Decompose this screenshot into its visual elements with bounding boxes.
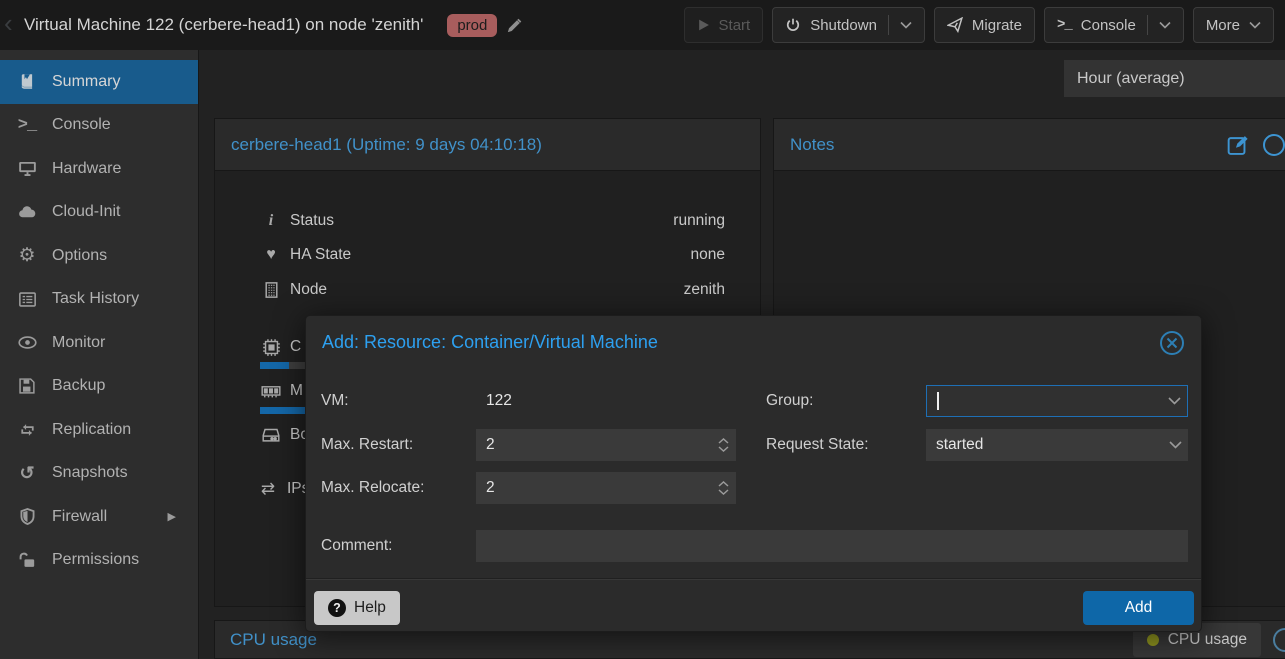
start-button[interactable]: Start	[684, 7, 764, 43]
paper-plane-icon	[947, 17, 963, 33]
console-dropdown-chevron-icon[interactable]	[1159, 21, 1171, 29]
legend-label: CPU usage	[1168, 631, 1247, 649]
vm-tag-badge[interactable]: prod	[447, 14, 497, 37]
sidebar: Summary >_ Console Hardware Cloud-Init ⚙…	[0, 50, 198, 659]
chevron-down-icon[interactable]	[1162, 429, 1188, 461]
unlock-icon	[14, 552, 40, 568]
sidebar-item-summary[interactable]: Summary	[0, 60, 198, 104]
question-circle-icon: ?	[328, 599, 346, 617]
legend-dot-icon	[1147, 634, 1159, 646]
history-icon: ↺	[14, 463, 40, 484]
ha-state-row-label: HA State	[290, 246, 351, 264]
sidebar-item-firewall[interactable]: Firewall ▶	[0, 495, 198, 539]
shutdown-button[interactable]: Shutdown	[772, 7, 925, 43]
power-icon	[785, 17, 801, 33]
status-row-value: running	[673, 209, 725, 233]
shield-icon	[14, 508, 40, 525]
group-combobox[interactable]	[926, 385, 1188, 417]
vm-value: 122	[476, 385, 736, 417]
group-label: Group:	[766, 385, 813, 417]
help-circle-icon[interactable]	[1263, 134, 1285, 156]
sidebar-item-snapshots[interactable]: ↺ Snapshots	[0, 452, 198, 496]
submenu-caret-right-icon: ▶	[168, 510, 176, 523]
heartbeat-icon: ♥	[260, 246, 282, 264]
memory-row-label: M	[290, 382, 303, 400]
add-resource-dialog: Add: Resource: Container/Virtual Machine…	[305, 315, 1202, 632]
cloud-icon	[14, 205, 40, 219]
max-relocate-label: Max. Relocate:	[321, 472, 424, 504]
migrate-button[interactable]: Migrate	[934, 7, 1035, 43]
footer-divider	[306, 578, 1201, 580]
notes-panel-header: Notes	[774, 119, 1285, 171]
edit-notes-icon[interactable]	[1227, 134, 1249, 156]
more-dropdown-chevron-icon	[1249, 21, 1261, 29]
play-icon	[697, 18, 710, 32]
comment-input[interactable]	[476, 530, 1188, 562]
building-icon	[260, 282, 282, 298]
add-button[interactable]: Add	[1083, 591, 1194, 625]
spinner-up-down-icons[interactable]	[710, 429, 736, 461]
sidebar-item-replication[interactable]: Replication	[0, 408, 198, 452]
dialog-title: Add: Resource: Container/Virtual Machine	[322, 332, 658, 353]
spinner-up-down-icons[interactable]	[710, 472, 736, 504]
back-chevron-icon[interactable]: ‹	[4, 8, 20, 39]
top-toolbar: ‹ Virtual Machine 122 (cerbere-head1) on…	[0, 0, 1285, 50]
floppy-icon	[14, 378, 40, 394]
page-title: Virtual Machine 122 (cerbere-head1) on n…	[24, 15, 423, 35]
close-icon[interactable]	[1157, 328, 1187, 358]
cpu-usage-title: CPU usage	[230, 630, 317, 650]
cpu-row-label: C	[290, 338, 301, 356]
arrows-icon: ⇄	[257, 479, 279, 499]
chart-tool-circle-icon[interactable]	[1273, 628, 1285, 652]
sidebar-item-task-history[interactable]: Task History	[0, 278, 198, 322]
book-icon	[14, 73, 40, 90]
comment-label: Comment:	[321, 530, 393, 562]
more-button[interactable]: More	[1193, 7, 1274, 43]
display-icon	[14, 160, 40, 177]
max-relocate-input[interactable]: 2	[476, 472, 736, 504]
status-panel-header: cerbere-head1 (Uptime: 9 days 04:10:18)	[215, 119, 760, 171]
help-button[interactable]: ? Help	[314, 591, 400, 625]
request-state-combobox[interactable]: started	[926, 429, 1188, 461]
gear-icon: ⚙	[14, 244, 40, 267]
sidebar-item-backup[interactable]: Backup	[0, 365, 198, 409]
list-icon	[14, 292, 40, 307]
edit-tags-icon[interactable]	[506, 17, 523, 34]
sidebar-item-cloud-init[interactable]: Cloud-Init	[0, 191, 198, 235]
terminal-icon: >_	[1057, 17, 1072, 33]
repeat-icon	[14, 423, 40, 437]
max-restart-label: Max. Restart:	[321, 429, 413, 461]
sidebar-item-permissions[interactable]: Permissions	[0, 539, 198, 583]
shutdown-dropdown-chevron-icon[interactable]	[900, 21, 912, 29]
time-range-dropdown[interactable]: Hour (average)	[1064, 60, 1285, 97]
info-icon: i	[260, 212, 282, 230]
sidebar-item-hardware[interactable]: Hardware	[0, 147, 198, 191]
hdd-icon	[260, 428, 282, 443]
ha-state-row-value: none	[691, 243, 725, 267]
cpu-icon	[260, 338, 282, 357]
console-button[interactable]: >_ Console	[1044, 7, 1184, 43]
sidebar-item-options[interactable]: ⚙ Options	[0, 234, 198, 278]
status-panel-title: cerbere-head1 (Uptime: 9 days 04:10:18)	[231, 135, 542, 155]
vm-label: VM:	[321, 385, 349, 417]
text-cursor	[937, 392, 939, 410]
node-row-value: zenith	[684, 278, 725, 302]
node-row-label: Node	[290, 281, 327, 299]
status-row-label: Status	[290, 212, 334, 230]
notes-panel-title: Notes	[790, 135, 834, 155]
chevron-down-icon[interactable]	[1161, 386, 1187, 416]
sidebar-item-console[interactable]: >_ Console	[0, 104, 198, 148]
sidebar-item-monitor[interactable]: Monitor	[0, 321, 198, 365]
eye-icon	[14, 336, 40, 349]
memory-icon	[260, 385, 282, 398]
max-restart-input[interactable]: 2	[476, 429, 736, 461]
terminal-icon: >_	[14, 116, 40, 135]
request-state-label: Request State:	[766, 429, 869, 461]
